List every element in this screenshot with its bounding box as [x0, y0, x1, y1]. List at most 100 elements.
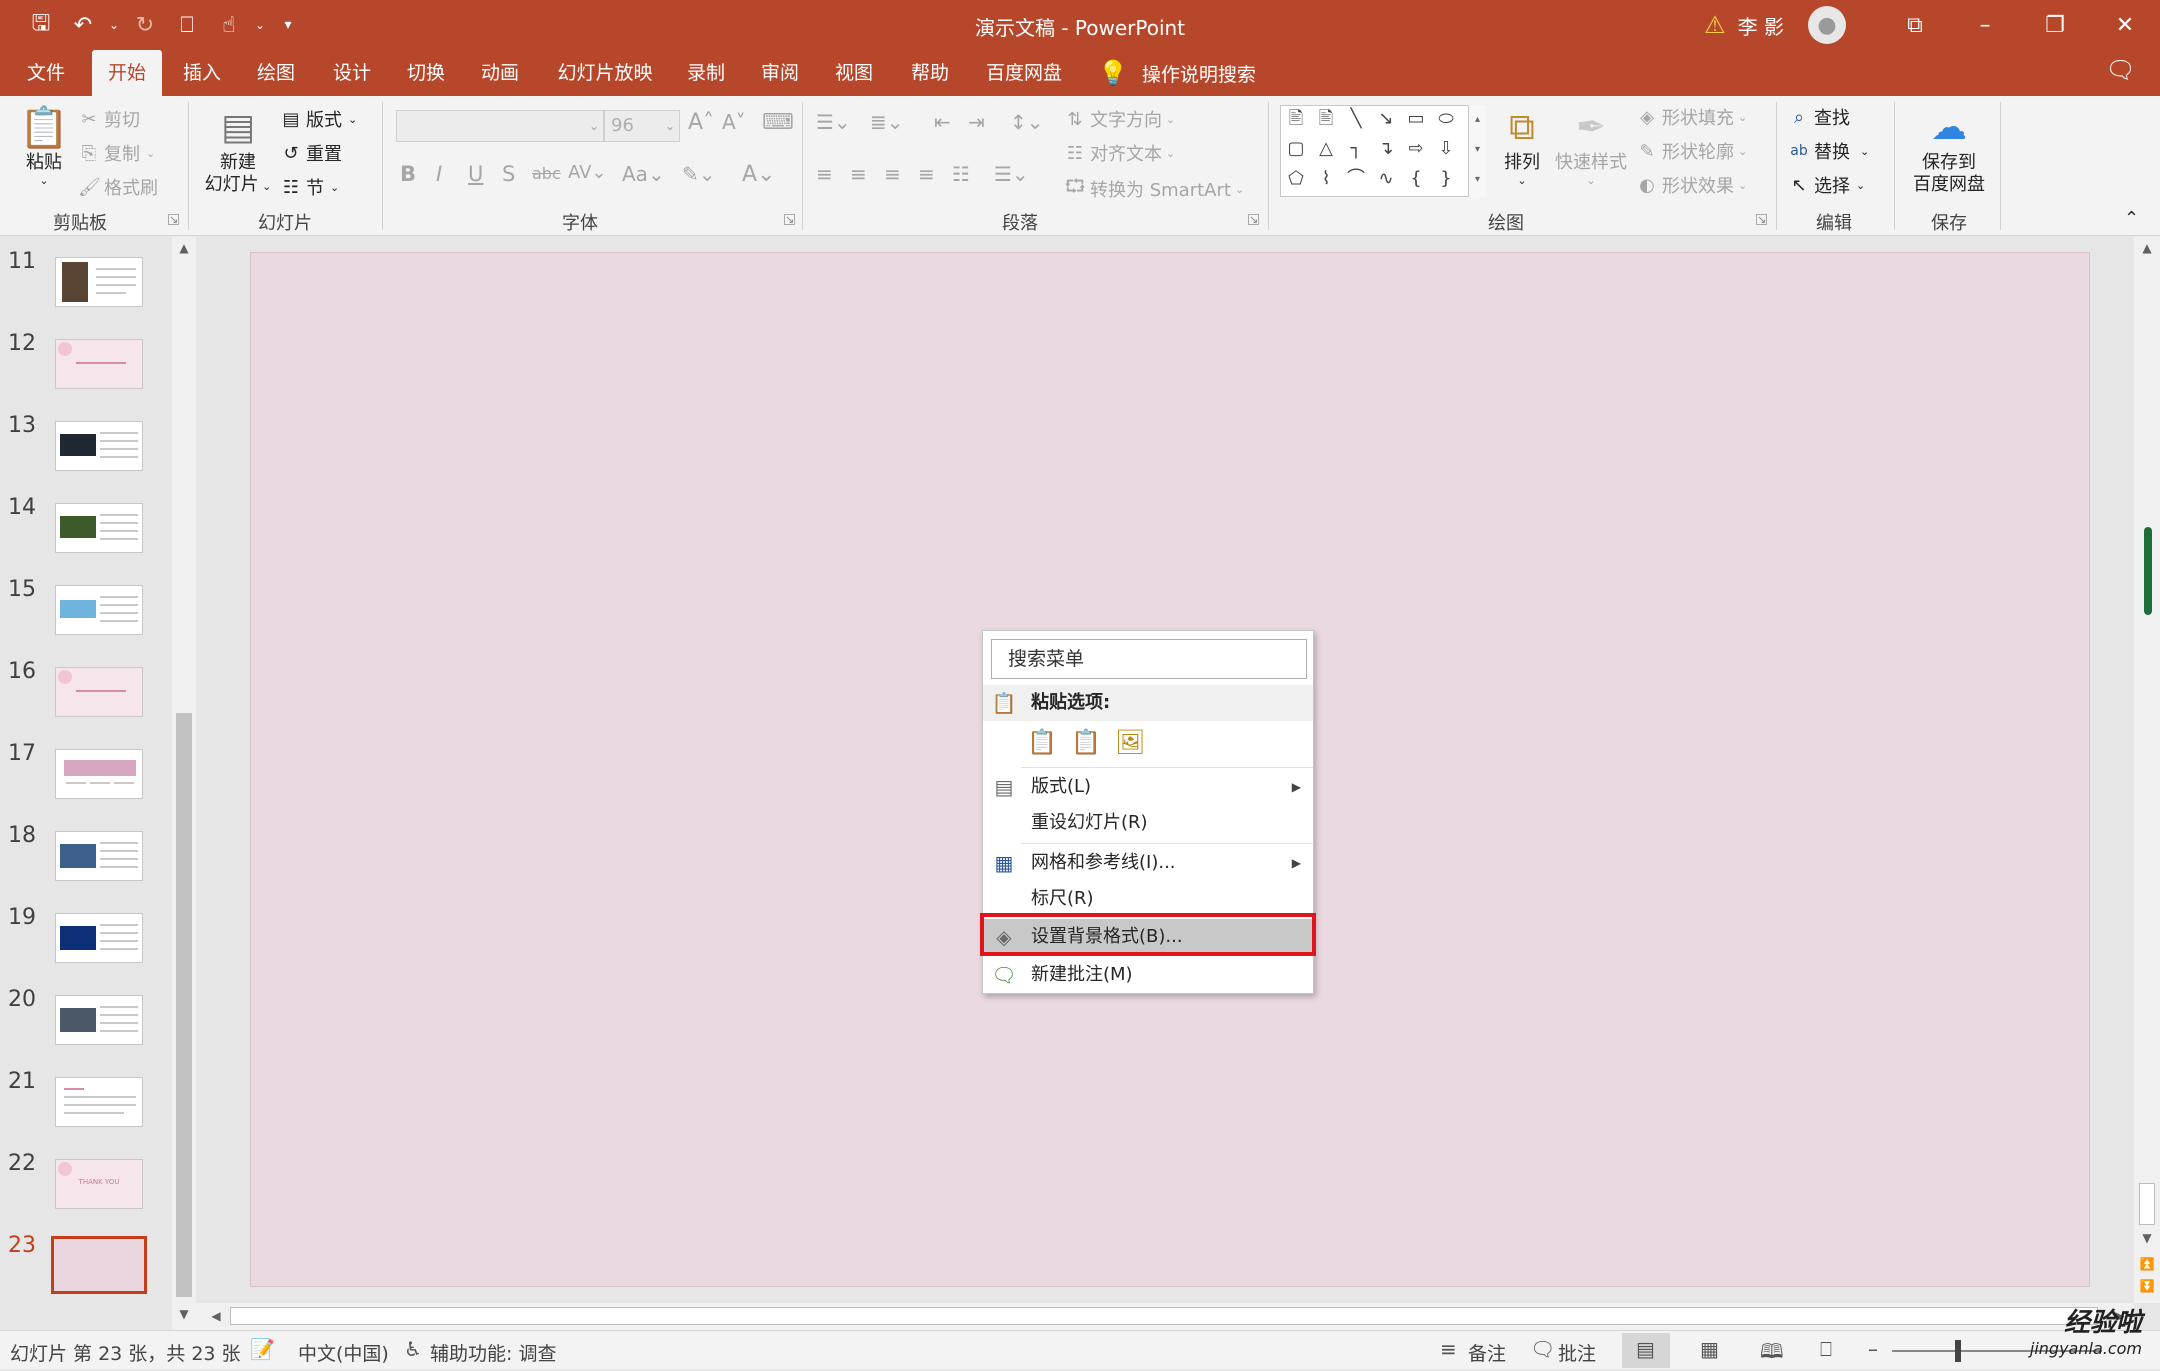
menu-item-new-comment[interactable]: 🗨 新建批注(M) — [983, 957, 1313, 993]
slideshow-icon[interactable]: ⎕ — [166, 0, 208, 50]
comments-icon[interactable]: 🗨 — [2106, 56, 2136, 84]
tab-baidu-netdisk[interactable]: 百度网盘 — [976, 50, 1072, 96]
slide-thumbnail-15[interactable] — [55, 585, 143, 635]
tab-transitions[interactable]: 切换 — [396, 50, 456, 96]
shrink-font-icon[interactable]: A˅ — [722, 110, 746, 134]
touch-dropdown-icon[interactable]: ⌄ — [250, 0, 270, 50]
slide-thumbnail-13[interactable] — [55, 421, 143, 471]
language-status[interactable]: 中文(中国) — [298, 1339, 389, 1366]
reset-button[interactable]: ↺ 重置 — [280, 140, 342, 166]
font-name-combo[interactable]: ⌄ — [396, 110, 604, 142]
textbox-shape-icon[interactable]: 🖹 — [1285, 108, 1307, 130]
scroll-down-icon[interactable]: ▼ — [2135, 1227, 2159, 1249]
section-button[interactable]: ☷ 节 ⌄ — [280, 174, 339, 200]
scroll-left-icon[interactable]: ◀ — [204, 1305, 228, 1327]
accessibility-status[interactable]: 辅助功能: 调查 — [430, 1339, 556, 1366]
text-direction-button[interactable]: ⇅ 文字方向 ⌄ — [1064, 106, 1175, 132]
slide-thumbnail-18[interactable] — [55, 831, 143, 881]
save-icon[interactable]: 🖫 — [20, 0, 62, 50]
slide-sorter-view-icon[interactable]: ▦ — [1700, 1337, 1719, 1361]
tell-me-search[interactable]: 💡 操作说明搜索 — [1098, 50, 1256, 96]
strikethrough-icon[interactable]: abc — [532, 164, 561, 183]
clear-format-icon[interactable]: ⌨ — [762, 110, 794, 135]
vertical-textbox-shape-icon[interactable]: 🖹 — [1315, 108, 1337, 130]
elbow-arrow-shape-icon[interactable]: ↴ — [1375, 138, 1397, 160]
slide-thumbnail-21[interactable] — [55, 1077, 143, 1127]
arrange-button[interactable]: ⧉ 排列 ⌄ — [1494, 104, 1550, 188]
line-spacing-icon[interactable]: ↕⌄ — [1010, 110, 1044, 134]
font-launcher-icon[interactable]: ↘ — [784, 214, 795, 225]
comments-button[interactable]: 批注 — [1558, 1339, 1596, 1366]
format-painter-button[interactable]: 🖌 格式刷 — [78, 174, 158, 200]
new-slide-button[interactable]: ▤ 新建 幻灯片 ⌄ — [198, 104, 278, 198]
decrease-indent-icon[interactable]: ⇤ — [934, 110, 951, 134]
replace-button[interactable]: ab 替换 ⌄ — [1788, 138, 1869, 164]
triangle-shape-icon[interactable]: △ — [1315, 138, 1337, 160]
collapse-ribbon-icon[interactable]: ⌃ — [2124, 208, 2139, 229]
tab-draw[interactable]: 绘图 — [246, 50, 306, 96]
previous-slide-icon[interactable]: ⏫ — [2135, 1253, 2159, 1275]
right-brace-shape-icon[interactable]: } — [1435, 168, 1457, 190]
line-shape-icon[interactable]: ╲ — [1345, 108, 1367, 130]
paragraph-launcher-icon[interactable]: ↘ — [1248, 214, 1259, 225]
tab-insert[interactable]: 插入 — [172, 50, 232, 96]
shape-fill-button[interactable]: ◈ 形状填充 ⌄ — [1636, 104, 1747, 130]
redo-icon[interactable]: ↻ — [124, 0, 166, 50]
shapes-gallery-scroll[interactable]: ▴ ▾ ▾ — [1468, 105, 1486, 197]
tab-slideshow[interactable]: 幻灯片放映 — [550, 50, 660, 96]
paste-button[interactable]: 📋 粘贴 ⌄ — [18, 104, 70, 188]
notes-button[interactable]: 备注 — [1468, 1339, 1506, 1366]
justify-icon[interactable]: ≡ — [918, 162, 935, 186]
paste-keep-source-formatting-icon[interactable]: 📋 — [1071, 727, 1101, 757]
slide-thumbnail-11[interactable] — [55, 257, 143, 307]
right-arrow-shape-icon[interactable]: ⇨ — [1405, 138, 1427, 160]
align-text-button[interactable]: ☷ 对齐文本 ⌄ — [1064, 140, 1175, 166]
slide-vertical-scrollbar[interactable]: ▲ ▼ ⏫ ⏬ — [2134, 237, 2160, 1303]
tab-review[interactable]: 审阅 — [750, 50, 810, 96]
rounded-rect-shape-icon[interactable]: ▢ — [1285, 138, 1307, 160]
slide-thumbnail-14[interactable] — [55, 503, 143, 553]
drawing-launcher-icon[interactable]: ↘ — [1756, 214, 1767, 225]
clipboard-launcher-icon[interactable]: ↘ — [168, 214, 179, 225]
tab-animations[interactable]: 动画 — [470, 50, 530, 96]
menu-item-grid-guides[interactable]: ▦ 网格和参考线(I)... ▶ — [983, 845, 1313, 881]
increase-indent-icon[interactable]: ⇥ — [968, 110, 985, 134]
arc-shape-icon[interactable]: ⌒ — [1345, 168, 1367, 190]
bullets-icon[interactable]: ☰⌄ — [816, 110, 851, 134]
slide-thumbnail-16[interactable] — [55, 667, 143, 717]
shape-effects-button[interactable]: ◐ 形状效果 ⌄ — [1636, 172, 1747, 198]
tab-record[interactable]: 录制 — [676, 50, 736, 96]
font-color-icon[interactable]: A⌄ — [742, 162, 775, 187]
bold-icon[interactable]: B — [400, 162, 416, 186]
align-right-icon[interactable]: ≡ — [884, 162, 901, 186]
italic-icon[interactable]: I — [436, 162, 442, 186]
horizontal-scroll-thumb[interactable] — [230, 1307, 2098, 1325]
paste-use-destination-theme-icon[interactable]: 📋 — [1027, 727, 1057, 757]
thumbnails-scroll-thumb[interactable] — [176, 713, 192, 1297]
slide-thumbnail-19[interactable] — [55, 913, 143, 963]
ribbon-display-icon[interactable]: ⧉ — [1880, 0, 1950, 50]
copy-button[interactable]: ⎘ 复制 ⌄ — [78, 140, 155, 166]
curve-shape-icon[interactable]: ∿ — [1375, 168, 1397, 190]
save-to-baidu-button[interactable]: ☁ 保存到 百度网盘 — [1904, 104, 1994, 196]
tab-help[interactable]: 帮助 — [898, 50, 962, 96]
underline-icon[interactable]: U — [468, 162, 483, 186]
next-slide-icon[interactable]: ⏬ — [2135, 1275, 2159, 1297]
avatar[interactable]: ● — [1808, 6, 1846, 44]
down-arrow-shape-icon[interactable]: ⇩ — [1435, 138, 1457, 160]
select-button[interactable]: ↖ 选择 ⌄ — [1788, 172, 1865, 198]
menu-item-ruler[interactable]: 标尺(R) — [983, 881, 1313, 917]
layout-button[interactable]: ▤ 版式 ⌄ — [280, 106, 357, 132]
oval-shape-icon[interactable]: ⬭ — [1435, 108, 1457, 130]
user-name[interactable]: 李 影 — [1738, 11, 1784, 40]
quick-styles-button[interactable]: ✒ 快速样式 ⌄ — [1550, 104, 1632, 188]
align-left-icon[interactable]: ≡ — [816, 162, 833, 186]
rectangle-shape-icon[interactable]: ▭ — [1405, 108, 1427, 130]
find-button[interactable]: ⌕ 查找 — [1788, 104, 1850, 130]
shadow-icon[interactable]: S — [502, 162, 515, 186]
tab-design[interactable]: 设计 — [322, 50, 382, 96]
numbering-icon[interactable]: ≣⌄ — [870, 110, 904, 134]
paste-as-picture-icon[interactable]: 🖼 — [1115, 727, 1145, 757]
char-spacing-icon[interactable]: AV⌄ — [568, 162, 607, 183]
convert-smartart-button[interactable]: ⮔ 转换为 SmartArt ⌄ — [1064, 174, 1244, 204]
